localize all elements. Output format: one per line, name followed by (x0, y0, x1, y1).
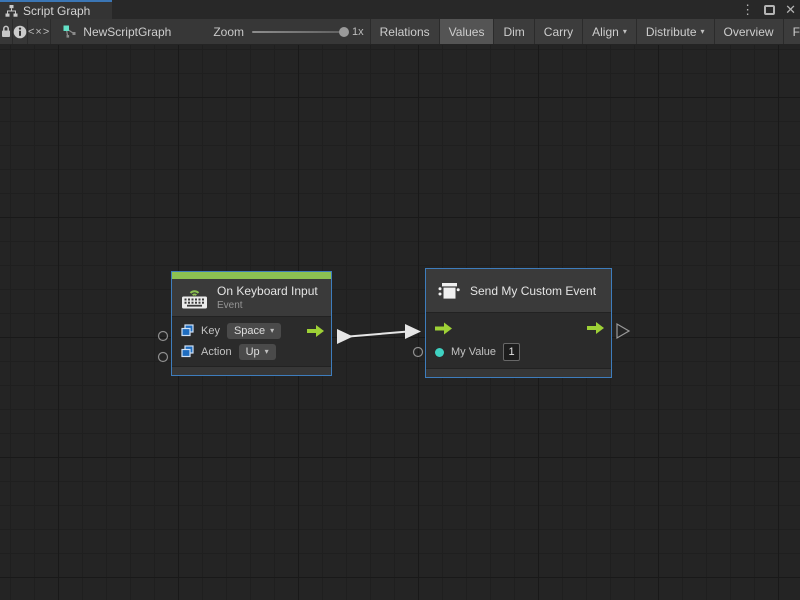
graph-hierarchy-icon (5, 5, 18, 17)
flow-arrow-icon (435, 322, 452, 335)
trigger-output-port[interactable] (587, 322, 604, 335)
graph-name-label: NewScriptGraph (83, 25, 171, 39)
graph-canvas[interactable]: On Keyboard Input Event Key Space ▾ (0, 45, 800, 600)
port-my-value-input[interactable] (414, 348, 423, 357)
enum-type-icon (181, 345, 194, 358)
toolbar-button-relations[interactable]: Relations (370, 19, 439, 44)
zoom-label: Zoom (213, 25, 244, 39)
node-footer (426, 368, 611, 377)
zoom-value: 1x (352, 26, 364, 38)
key-dropdown[interactable]: Space ▾ (227, 323, 281, 339)
event-color-bar (172, 272, 331, 279)
graph-asset-reference[interactable]: NewScriptGraph (51, 19, 181, 44)
chevron-down-icon: ▾ (270, 326, 274, 335)
tab-label: Script Graph (23, 4, 90, 18)
node-title: On Keyboard Input (217, 284, 318, 298)
my-value-input[interactable]: 1 (503, 343, 520, 361)
custom-event-icon (437, 279, 461, 303)
keyboard-input-icon (181, 286, 208, 309)
lock-button[interactable] (0, 19, 13, 44)
port-row-action: Action Up ▾ (172, 341, 331, 362)
node-header[interactable]: Send My Custom Event (426, 269, 611, 312)
node-header[interactable]: On Keyboard Input Event (172, 279, 331, 316)
node-on-keyboard-input[interactable]: On Keyboard Input Event Key Space ▾ (171, 271, 332, 376)
zoom-slider-handle[interactable] (339, 27, 349, 37)
node-footer (172, 366, 331, 375)
toolbar-button-carry[interactable]: Carry (534, 19, 582, 44)
trigger-output-port[interactable] (307, 324, 324, 337)
toolbar-button-overview[interactable]: Overview (714, 19, 783, 44)
window-close-icon[interactable]: ✕ (785, 3, 796, 16)
action-port-label: Action (201, 346, 232, 358)
toolbar-button-values[interactable]: Values (439, 19, 494, 44)
my-value-label: My Value (451, 346, 496, 358)
wire-layer (0, 45, 800, 600)
chevron-down-icon: ▾ (701, 27, 705, 36)
toolbar-button-align[interactable]: Align ▾ (582, 19, 636, 44)
window-menu-icon[interactable]: ⋮ (741, 3, 754, 16)
window-titlebar: Script Graph ⋮ ✕ (0, 0, 800, 19)
toolbar-button-fullscreen[interactable]: Full S (783, 19, 800, 44)
graph-toolbar: <×> NewScriptGraph Zoom 1x Relations Val… (0, 19, 800, 45)
tab-script-graph[interactable]: Script Graph (0, 0, 112, 19)
toolbar-button-distribute[interactable]: Distribute ▾ (636, 19, 714, 44)
info-button[interactable] (13, 19, 28, 44)
node-title: Send My Custom Event (470, 284, 596, 298)
chevron-down-icon: ▾ (265, 347, 269, 356)
flow-arrow-icon (587, 322, 604, 335)
zoom-slider[interactable] (252, 31, 344, 33)
flow-arrow-icon (307, 324, 324, 337)
toolbar-button-dim[interactable]: Dim (493, 19, 533, 44)
info-icon (13, 25, 27, 39)
trigger-input-port[interactable] (435, 322, 452, 335)
node-subtitle: Event (217, 300, 318, 311)
key-port-label: Key (201, 325, 220, 337)
chevron-down-icon: ▾ (623, 27, 627, 36)
port-trigger-output[interactable] (617, 324, 629, 338)
port-row-key: Key Space ▾ (172, 320, 331, 341)
window-maximize-icon[interactable] (764, 5, 775, 15)
code-icon: <×> (28, 26, 50, 38)
port-row-my-value: My Value 1 (426, 340, 611, 364)
port-key-input[interactable] (159, 332, 168, 341)
code-view-button[interactable]: <×> (28, 19, 51, 44)
port-action-input[interactable] (159, 353, 168, 362)
action-dropdown[interactable]: Up ▾ (239, 344, 276, 360)
port-row-triggers (426, 316, 611, 340)
script-graph-asset-icon (63, 25, 77, 38)
lock-icon (0, 25, 12, 38)
connection-wire[interactable] (337, 324, 421, 344)
node-send-my-custom-event[interactable]: Send My Custom Event (425, 268, 612, 378)
value-port-icon[interactable] (435, 348, 444, 357)
enum-type-icon (181, 324, 194, 337)
